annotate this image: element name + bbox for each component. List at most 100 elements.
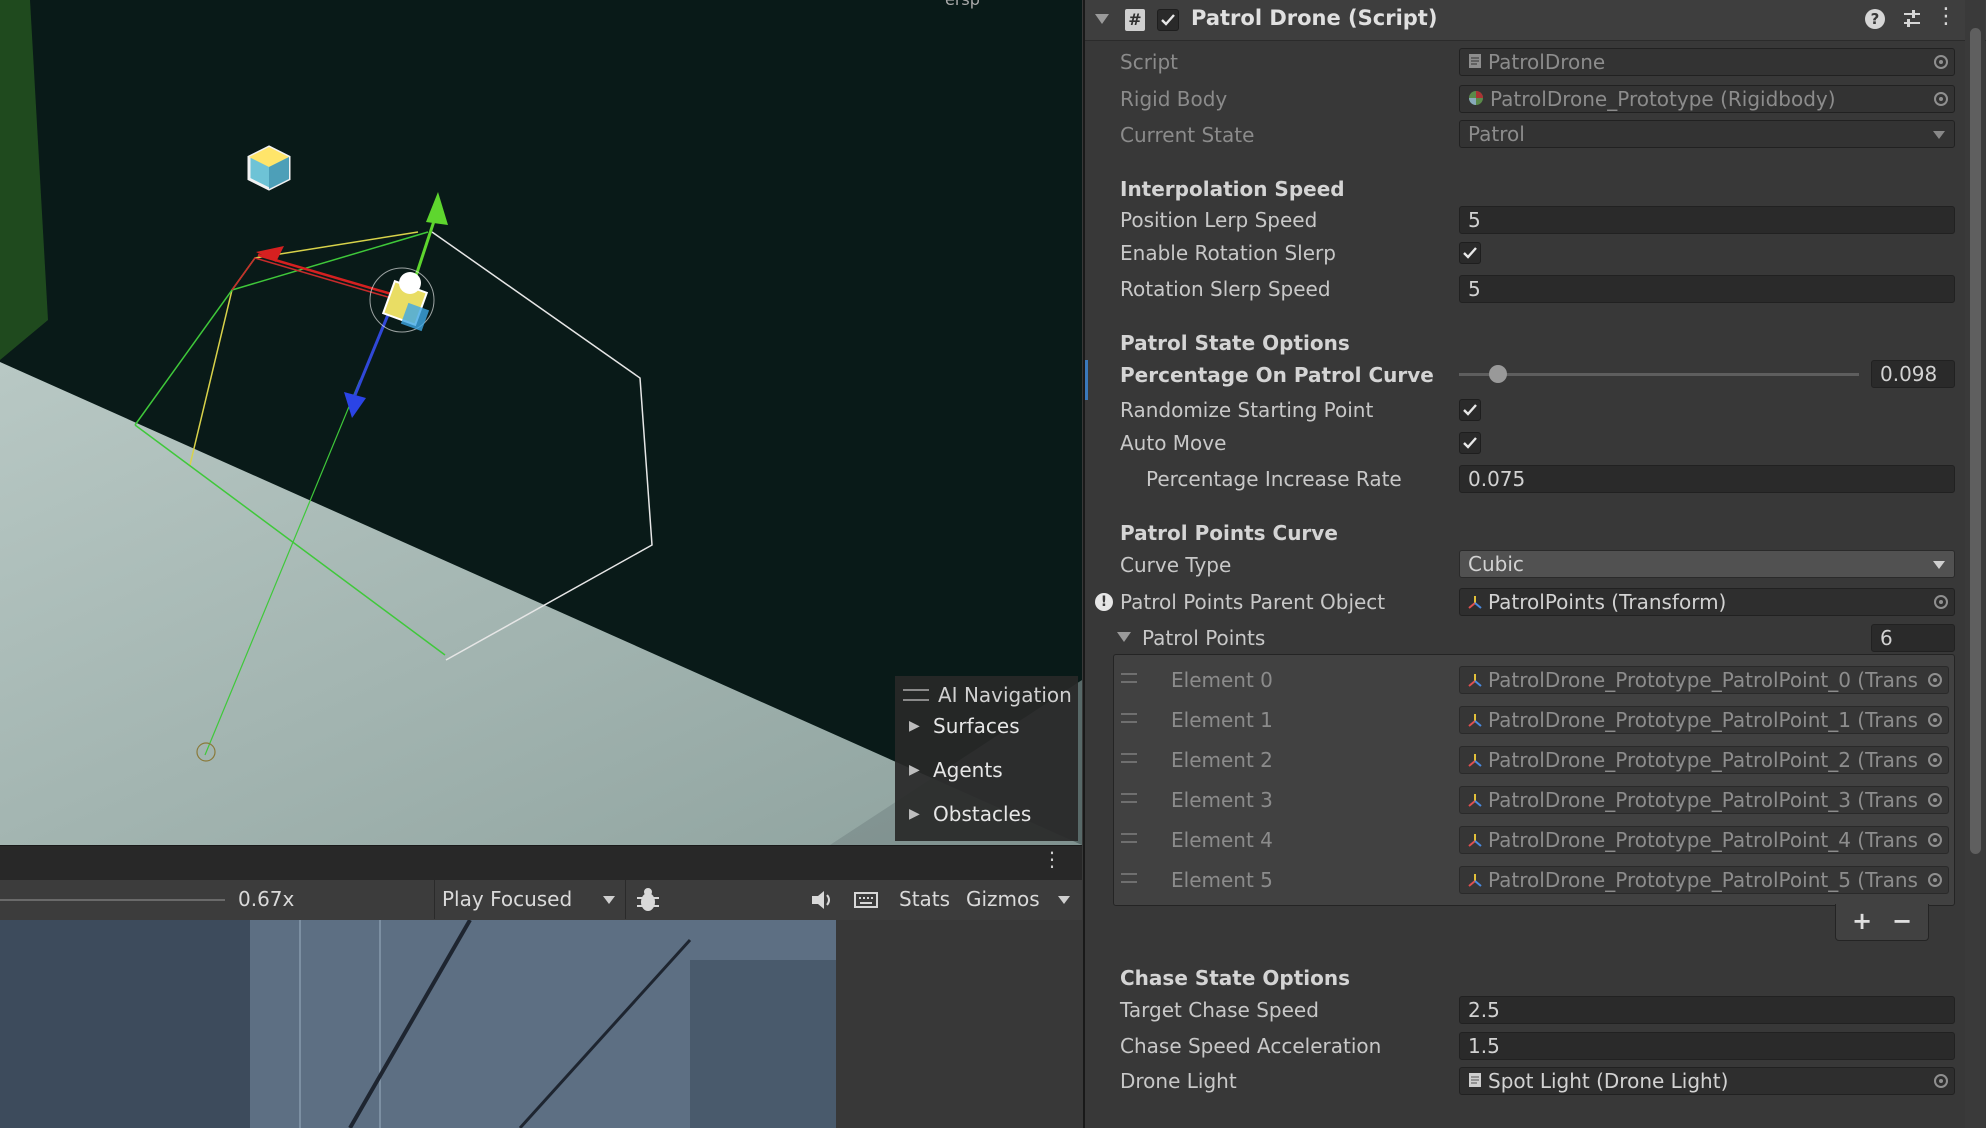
bug-icon[interactable] [634, 886, 662, 914]
transform-icon [1468, 590, 1482, 614]
object-picker-icon[interactable] [1934, 595, 1948, 609]
slider-track[interactable] [1459, 373, 1859, 376]
expand-arrow-icon[interactable] [1117, 632, 1131, 642]
enable-rotation-slerp-checkbox[interactable] [1459, 242, 1481, 264]
ai-navigation-header[interactable]: AI Navigation [903, 680, 1072, 710]
reorder-handle-icon[interactable] [1121, 873, 1137, 883]
remove-element-button[interactable]: − [1892, 907, 1912, 935]
play-mode-dropdown[interactable]: Play Focused [434, 880, 626, 919]
current-state-value: Patrol [1468, 122, 1525, 146]
position-lerp-input[interactable] [1459, 206, 1955, 234]
target-chase-speed-label: Target Chase Speed [1120, 998, 1319, 1022]
ai-navigation-overlay[interactable]: AI Navigation ▶ Surfaces ▶ Agents ▶ Obst… [895, 676, 1078, 841]
component-enabled-checkbox[interactable] [1157, 9, 1179, 31]
object-picker-icon[interactable] [1928, 753, 1942, 767]
ai-navigation-title: AI Navigation [938, 683, 1072, 707]
scale-slider-track[interactable] [0, 899, 225, 901]
mute-audio-icon[interactable] [808, 886, 836, 914]
scrollbar-thumb[interactable] [1970, 28, 1981, 854]
randomize-start-checkbox[interactable] [1459, 399, 1481, 421]
keyboard-icon[interactable] [852, 886, 880, 914]
patrol-point-field[interactable]: PatrolDrone_Prototype_PatrolPoint_0 (Tra… [1459, 666, 1949, 694]
script-label: Script [1120, 50, 1179, 74]
patrol-point-field[interactable]: PatrolDrone_Prototype_PatrolPoint_3 (Tra… [1459, 786, 1949, 814]
add-element-button[interactable]: + [1852, 907, 1872, 935]
presets-icon[interactable] [1900, 7, 1924, 31]
y-axis-arrow [426, 192, 448, 225]
object-picker-icon[interactable] [1934, 55, 1948, 69]
expand-arrow-icon[interactable]: ▶ [909, 762, 933, 778]
element-label: Element 3 [1171, 788, 1273, 812]
rotation-slerp-input[interactable] [1459, 275, 1955, 303]
chase-acceleration-label: Chase Speed Acceleration [1120, 1034, 1382, 1058]
gizmos-dropdown-icon[interactable] [1058, 896, 1070, 904]
patrol-point-field[interactable]: PatrolDrone_Prototype_PatrolPoint_4 (Tra… [1459, 826, 1949, 854]
object-picker-icon[interactable] [1928, 673, 1942, 687]
slider-thumb[interactable] [1489, 365, 1508, 383]
inspector-panel: # Patrol Drone (Script) ? ⋮ Script Patro… [1083, 0, 1986, 1128]
ai-nav-item-label: Obstacles [933, 802, 1032, 826]
camera-gizmo-icon[interactable] [244, 143, 294, 193]
chevron-down-icon [1933, 131, 1945, 139]
patrol-point-value: PatrolDrone_Prototype_PatrolPoint_0 (Tra… [1488, 668, 1918, 692]
element-label: Element 4 [1171, 828, 1273, 852]
ai-nav-item-label: Agents [933, 758, 1003, 782]
transform-icon [1468, 748, 1482, 772]
rigidbody-icon [1468, 87, 1484, 111]
parent-object-field[interactable]: PatrolPoints (Transform) [1459, 588, 1955, 616]
object-picker-icon[interactable] [1934, 1074, 1948, 1088]
gizmos-button[interactable]: Gizmos [966, 887, 1040, 911]
wall-mesh [0, 0, 48, 360]
increase-rate-label: Percentage Increase Rate [1146, 467, 1402, 491]
expand-arrow-icon[interactable]: ▶ [909, 718, 933, 734]
more-options-icon[interactable]: ⋮ [1935, 4, 1957, 29]
object-picker-icon[interactable] [1928, 873, 1942, 887]
collapse-arrow-icon[interactable] [1095, 14, 1109, 24]
reorder-handle-icon[interactable] [1121, 833, 1137, 843]
expand-arrow-icon[interactable]: ▶ [909, 806, 933, 822]
drone-light-field[interactable]: Spot Light (Drone Light) [1459, 1067, 1955, 1095]
target-chase-speed-input[interactable] [1459, 996, 1955, 1024]
script-field[interactable]: PatrolDrone [1459, 48, 1955, 76]
reorder-handle-icon[interactable] [1121, 753, 1137, 763]
more-options-icon[interactable]: ⋮ [1042, 849, 1062, 869]
drag-handle-icon[interactable] [903, 689, 929, 701]
patrol-points-count-input[interactable] [1871, 624, 1955, 652]
frustum-red [231, 257, 399, 301]
inspector-scrollbar[interactable] [1965, 0, 1985, 1128]
ai-nav-item-agents[interactable]: ▶ Agents [909, 755, 1003, 785]
object-picker-icon[interactable] [1934, 92, 1948, 106]
current-state-dropdown[interactable]: Patrol [1459, 120, 1955, 148]
interpolation-header: Interpolation Speed [1120, 177, 1345, 201]
chase-acceleration-input[interactable] [1459, 1032, 1955, 1060]
help-icon[interactable]: ? [1865, 9, 1885, 29]
object-picker-icon[interactable] [1928, 833, 1942, 847]
patrol-point-field[interactable]: PatrolDrone_Prototype_PatrolPoint_5 (Tra… [1459, 866, 1949, 894]
reorder-handle-icon[interactable] [1121, 793, 1137, 803]
curve-type-dropdown[interactable]: Cubic [1459, 550, 1955, 578]
reorder-handle-icon[interactable] [1121, 713, 1137, 723]
game-view[interactable] [0, 920, 1082, 1128]
increase-rate-input[interactable] [1459, 465, 1955, 493]
parent-object-label: Patrol Points Parent Object [1120, 590, 1386, 614]
auto-move-checkbox[interactable] [1459, 432, 1481, 454]
game-toolbar: 0.67x Play Focused Stats Gizmos [0, 880, 1082, 921]
script-asset-icon [1468, 50, 1482, 74]
ai-nav-item-obstacles[interactable]: ▶ Obstacles [909, 799, 1031, 829]
transform-icon [1468, 668, 1482, 692]
ai-nav-item-surfaces[interactable]: ▶ Surfaces [909, 711, 1020, 741]
object-picker-icon[interactable] [1928, 793, 1942, 807]
patrol-point-field[interactable]: PatrolDrone_Prototype_PatrolPoint_2 (Tra… [1459, 746, 1949, 774]
rigidbody-field[interactable]: PatrolDrone_Prototype (Rigidbody) [1459, 85, 1955, 113]
reorder-handle-icon[interactable] [1121, 673, 1137, 683]
transform-icon [1468, 708, 1482, 732]
scene-view[interactable]: ersp AI Navigation ▶ Surfaces ▶ Agents ▶… [0, 0, 1082, 845]
patrol-point-value: PatrolDrone_Prototype_PatrolPoint_5 (Tra… [1488, 868, 1918, 892]
stats-button[interactable]: Stats [899, 887, 950, 911]
percentage-value-input[interactable] [1871, 360, 1955, 388]
patrol-point-field[interactable]: PatrolDrone_Prototype_PatrolPoint_1 (Tra… [1459, 706, 1949, 734]
curve-type-value: Cubic [1468, 552, 1524, 576]
rotation-slerp-label: Rotation Slerp Speed [1120, 277, 1331, 301]
object-picker-icon[interactable] [1928, 713, 1942, 727]
component-header[interactable]: # Patrol Drone (Script) ? ⋮ [1085, 0, 1986, 41]
